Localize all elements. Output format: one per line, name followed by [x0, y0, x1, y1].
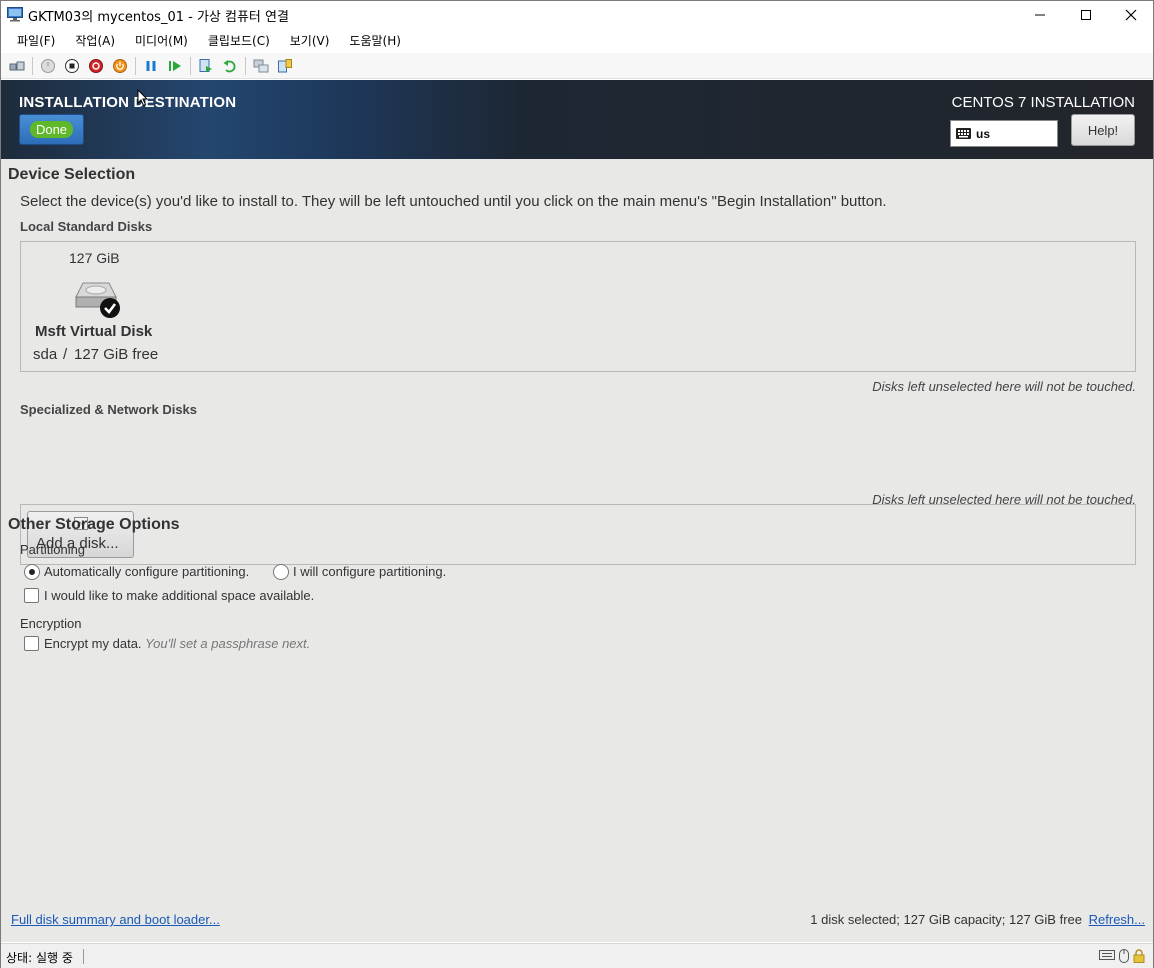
- menu-help[interactable]: 도움말(H): [339, 32, 411, 49]
- network-disks-title: Specialized & Network Disks: [20, 402, 198, 417]
- page-title: INSTALLATION DESTINATION: [19, 94, 237, 111]
- vm-connection-window: GKTM03의 mycentos_01 - 가상 컴퓨터 연결 파일(F) 작업…: [0, 0, 1154, 968]
- product-title: CENTOS 7 INSTALLATION: [951, 94, 1135, 111]
- revert-button[interactable]: [220, 56, 240, 76]
- mouse-cursor-icon: [137, 89, 149, 107]
- manual-partition-radio[interactable]: [273, 564, 289, 580]
- shutdown-button[interactable]: [86, 56, 106, 76]
- enhanced-session-button[interactable]: [251, 56, 271, 76]
- title-bar: GKTM03의 mycentos_01 - 가상 컴퓨터 연결: [1, 1, 1153, 29]
- menu-media[interactable]: 미디어(M): [125, 32, 198, 49]
- encryption-title: Encryption: [20, 616, 82, 631]
- disk-free: 127 GiB free: [74, 346, 159, 363]
- status-text: 상태: 실행 중: [6, 951, 73, 965]
- maximize-icon: [1081, 10, 1091, 20]
- keyboard-layout-indicator[interactable]: us: [950, 120, 1058, 147]
- shutdown-icon: [89, 58, 103, 73]
- other-storage-title: Other Storage Options: [8, 516, 180, 533]
- vm-display[interactable]: INSTALLATION DESTINATION Done CENTOS 7 I…: [1, 80, 1153, 942]
- minimize-icon: [1035, 14, 1045, 16]
- menu-clipboard[interactable]: 클립보드(C): [198, 32, 280, 49]
- status-separator: [83, 949, 84, 964]
- toolbar: [1, 53, 1153, 79]
- disk-device: sda: [33, 346, 58, 363]
- share-icon: [278, 58, 292, 72]
- disk-size: 127 GiB: [69, 250, 120, 266]
- done-button[interactable]: Done: [19, 114, 84, 145]
- encrypt-hint: You'll set a passphrase next.: [145, 636, 311, 651]
- help-button[interactable]: Help!: [1071, 114, 1135, 146]
- partitioning-title: Partitioning: [20, 542, 86, 557]
- device-selection-title: Device Selection: [8, 166, 136, 183]
- status-icons: [1099, 949, 1145, 963]
- save-state-button[interactable]: [110, 56, 130, 76]
- menu-action[interactable]: 작업(A): [65, 32, 125, 49]
- installation-destination-content: Device Selection Select the device(s) yo…: [1, 159, 1153, 942]
- done-button-label: Done: [29, 121, 74, 138]
- pause-icon: [146, 60, 156, 71]
- local-disks-box: 127 GiB Msft Virtual Disk sda / 127 GiB …: [20, 241, 1136, 372]
- checkpoint-button[interactable]: [196, 56, 216, 76]
- turn-off-button[interactable]: [62, 56, 82, 76]
- pause-button[interactable]: [141, 56, 161, 76]
- network-disks-box: [20, 504, 1136, 565]
- keyboard-status-icon: [1099, 950, 1115, 960]
- turn-off-icon: [65, 58, 79, 73]
- disk-tile-sda[interactable]: 127 GiB Msft Virtual Disk sda / 127 GiB …: [21, 242, 181, 371]
- mouse-status-icon: [1119, 949, 1129, 963]
- close-button[interactable]: [1108, 1, 1154, 29]
- encrypt-checkbox[interactable]: [24, 636, 39, 651]
- menu-view[interactable]: 보기(V): [280, 32, 340, 49]
- maximize-button[interactable]: [1063, 1, 1109, 29]
- play-icon: [169, 60, 181, 71]
- local-disks-note: Disks left unselected here will not be t…: [872, 379, 1136, 394]
- toolbar-separator: [32, 56, 33, 75]
- menu-bar: 파일(F) 작업(A) 미디어(M) 클립보드(C) 보기(V) 도움말(H): [1, 29, 1153, 51]
- window-title: GKTM03의 mycentos_01 - 가상 컴퓨터 연결: [28, 10, 289, 25]
- keyboard-icon: [956, 128, 971, 139]
- encrypt-label-text: Encrypt my data.: [44, 636, 142, 651]
- lock-icon: [1133, 949, 1145, 963]
- vm-connection-app-icon: [7, 7, 23, 22]
- toolbar-separator: [190, 56, 191, 75]
- disk-summary-text: 1 disk selected; 127 GiB capacity; 127 G…: [810, 912, 1082, 927]
- close-icon: [1125, 9, 1137, 21]
- start-button[interactable]: [38, 56, 58, 76]
- additional-space-label[interactable]: I would like to make additional space av…: [44, 588, 314, 603]
- additional-space-checkbox[interactable]: [24, 588, 39, 603]
- start-icon: [41, 58, 55, 73]
- status-bar: 상태: 실행 중: [1, 943, 1153, 968]
- full-disk-summary-link[interactable]: Full disk summary and boot loader...: [11, 912, 220, 927]
- disk-name: Msft Virtual Disk: [35, 323, 153, 340]
- auto-partition-radio[interactable]: [24, 564, 40, 580]
- local-disks-title: Local Standard Disks: [20, 219, 153, 234]
- toolbar-separator: [135, 56, 136, 75]
- minimize-button[interactable]: [1017, 1, 1063, 29]
- device-selection-description: Select the device(s) you'd like to insta…: [20, 193, 887, 210]
- share-button[interactable]: [275, 56, 295, 76]
- encrypt-label[interactable]: Encrypt my data. You'll set a passphrase…: [44, 636, 310, 651]
- enhanced-session-icon: [253, 59, 269, 72]
- ctrl-alt-del-icon: [9, 61, 25, 70]
- ctrl-alt-del-button[interactable]: [7, 56, 27, 76]
- revert-icon: [223, 59, 236, 72]
- hard-disk-icon: [75, 282, 120, 318]
- anaconda-header: INSTALLATION DESTINATION Done CENTOS 7 I…: [1, 80, 1153, 159]
- power-icon: [113, 58, 127, 73]
- menu-file[interactable]: 파일(F): [7, 32, 65, 49]
- refresh-link[interactable]: Refresh...: [1089, 912, 1145, 927]
- auto-partition-label[interactable]: Automatically configure partitioning.: [44, 564, 249, 579]
- keyboard-layout-label: us: [976, 126, 991, 141]
- disk-separator: /: [63, 346, 68, 363]
- toolbar-separator: [245, 56, 246, 75]
- network-disks-note: Disks left unselected here will not be t…: [872, 492, 1136, 507]
- resume-button[interactable]: [165, 56, 185, 76]
- checkpoint-icon: [199, 58, 212, 72]
- manual-partition-label[interactable]: I will configure partitioning.: [293, 564, 446, 579]
